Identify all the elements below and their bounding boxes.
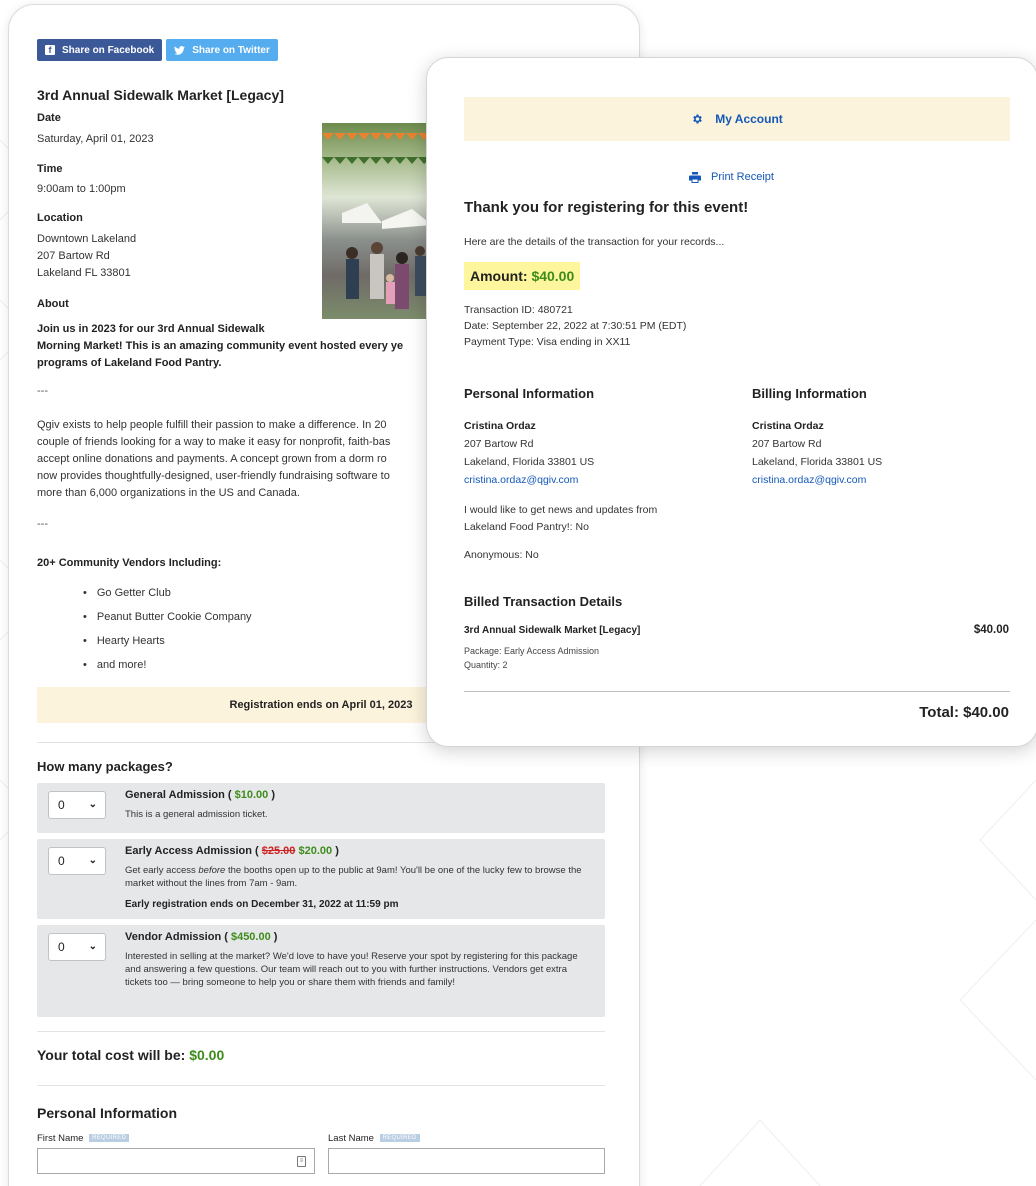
event-photo — [322, 123, 432, 319]
transaction-info: Transaction ID: 480721 Date: September 2… — [464, 302, 686, 350]
personal-information-heading: Personal Information — [464, 386, 595, 401]
vendors-title: 20+ Community Vendors Including: — [37, 557, 222, 569]
records-text: Here are the details of the transaction … — [464, 236, 725, 248]
total-cost-value: $0.00 — [189, 1047, 225, 1063]
packages-heading: How many packages? — [37, 759, 173, 774]
receipt-card: My Account Print Receipt Thank you for r… — [426, 57, 1036, 747]
quantity-select[interactable]: 0 ⌄ — [48, 791, 106, 819]
package-price: $20.00 — [298, 845, 333, 857]
package-old-price: $25.00 — [261, 845, 296, 857]
package-early-access: 0 ⌄ Early Access Admission ( $25.00 $20.… — [37, 839, 605, 919]
billing-email-link[interactable]: cristina.ordaz@qgiv.com — [752, 471, 882, 489]
required-badge: REQUIRED — [89, 1134, 130, 1143]
list-item: Go Getter Club — [83, 581, 252, 605]
transaction-date: Date: September 22, 2022 at 7:30:51 PM (… — [464, 320, 687, 332]
news-optin: I would like to get news and updates fro… — [464, 504, 658, 533]
divider — [37, 1085, 605, 1086]
package-description: This is a general admission ticket. — [125, 809, 268, 820]
package-description: Get early access before the booths open … — [125, 865, 582, 889]
package-description: Interested in selling at the market? We'… — [125, 951, 578, 988]
payment-type: Payment Type: Visa ending in XX11 — [464, 336, 631, 348]
billed-item-meta: Package: Early Access Admission Quantity… — [464, 646, 600, 670]
package-name: General Admission ( $10.00 ) — [125, 789, 276, 801]
last-name-input[interactable] — [328, 1148, 605, 1174]
location-line: Downtown Lakeland — [37, 233, 137, 245]
facebook-icon: f — [45, 45, 55, 55]
billed-details-heading: Billed Transaction Details — [464, 594, 623, 609]
amount-value: $40.00 — [531, 268, 575, 284]
last-name-label: Last Name REQUIRED — [328, 1133, 420, 1144]
package-name: Early Access Admission ( $25.00 $20.00 ) — [125, 845, 339, 857]
chevron-down-icon: ⌄ — [88, 799, 97, 810]
share-facebook-button[interactable]: f Share on Facebook — [37, 39, 163, 61]
print-receipt-label: Print Receipt — [711, 171, 774, 183]
gear-icon — [693, 114, 703, 124]
package-price: $10.00 — [234, 789, 269, 801]
first-name-input[interactable]: ≡ — [37, 1148, 315, 1174]
contact-card-icon: ≡ — [297, 1156, 306, 1167]
personal-information-heading: Personal Information — [37, 1105, 178, 1121]
thank-you-heading: Thank you for registering for this event… — [464, 199, 749, 216]
list-item: Hearty Hearts — [83, 629, 252, 653]
my-account-button[interactable]: My Account — [464, 97, 1010, 141]
bunting-decoration — [322, 133, 432, 140]
package-name: Vendor Admission ( $450.00 ) — [125, 931, 278, 943]
crowd-illustration — [342, 203, 432, 309]
billed-item-price: $40.00 — [973, 624, 1009, 636]
share-twitter-label: Share on Twitter — [192, 44, 270, 56]
separator: --- — [37, 385, 48, 397]
total-cost: Your total cost will be: $0.00 — [37, 1047, 225, 1063]
divider — [464, 691, 1010, 692]
location-line: 207 Bartow Rd — [37, 250, 110, 262]
separator: --- — [37, 518, 48, 530]
event-title: 3rd Annual Sidewalk Market [Legacy] — [37, 87, 284, 103]
required-badge: REQUIRED — [379, 1134, 420, 1143]
quantity-select[interactable]: 0 ⌄ — [48, 847, 106, 875]
personal-email-link[interactable]: cristina.ordaz@qgiv.com — [464, 471, 594, 489]
about-label: About — [37, 298, 69, 310]
share-twitter-button[interactable]: Share on Twitter — [166, 39, 278, 61]
share-facebook-label: Share on Facebook — [62, 44, 155, 56]
first-name-label: First Name REQUIRED — [37, 1133, 130, 1144]
date-value: Saturday, April 01, 2023 — [37, 133, 154, 145]
early-registration-note: Early registration ends on December 31, … — [125, 899, 399, 910]
transaction-id: Transaction ID: 480721 — [464, 304, 573, 316]
share-row: f Share on Facebook Share on Twitter — [37, 39, 278, 61]
printer-icon — [689, 171, 701, 183]
time-value: 9:00am to 1:00pm — [37, 183, 126, 195]
package-general-admission: 0 ⌄ General Admission ( $10.00 ) This is… — [37, 783, 605, 833]
chevron-down-icon: ⌄ — [88, 855, 97, 866]
time-label: Time — [37, 163, 63, 175]
twitter-icon — [174, 45, 186, 55]
divider — [37, 1031, 605, 1032]
quantity-select[interactable]: 0 ⌄ — [48, 933, 106, 961]
billed-item-name: 3rd Annual Sidewalk Market [Legacy] — [464, 625, 641, 636]
vendor-list: Go Getter Club Peanut Butter Cookie Comp… — [83, 581, 252, 677]
location-label: Location — [37, 212, 83, 224]
my-account-label: My Account — [715, 112, 783, 126]
list-item: and more! — [83, 653, 252, 677]
bunting-decoration — [322, 157, 432, 164]
billing-address: Cristina Ordaz 207 Bartow Rd Lakeland, F… — [752, 417, 882, 489]
billing-information-heading: Billing Information — [752, 386, 867, 401]
package-price: $450.00 — [230, 931, 271, 943]
anonymous-status: Anonymous: No — [464, 549, 539, 561]
date-label: Date — [37, 112, 61, 124]
receipt-total: Total: $40.00 — [919, 704, 1009, 721]
amount-highlight: Amount: $40.00 — [464, 262, 581, 290]
personal-address: Cristina Ordaz 207 Bartow Rd Lakeland, F… — [464, 417, 594, 489]
list-item: Peanut Butter Cookie Company — [83, 605, 252, 629]
location-line: Lakeland FL 33801 — [37, 267, 131, 279]
package-vendor-admission: 0 ⌄ Vendor Admission ( $450.00 ) Interes… — [37, 925, 605, 1017]
chevron-down-icon: ⌄ — [88, 941, 97, 952]
print-receipt-link[interactable]: Print Receipt — [689, 171, 774, 183]
